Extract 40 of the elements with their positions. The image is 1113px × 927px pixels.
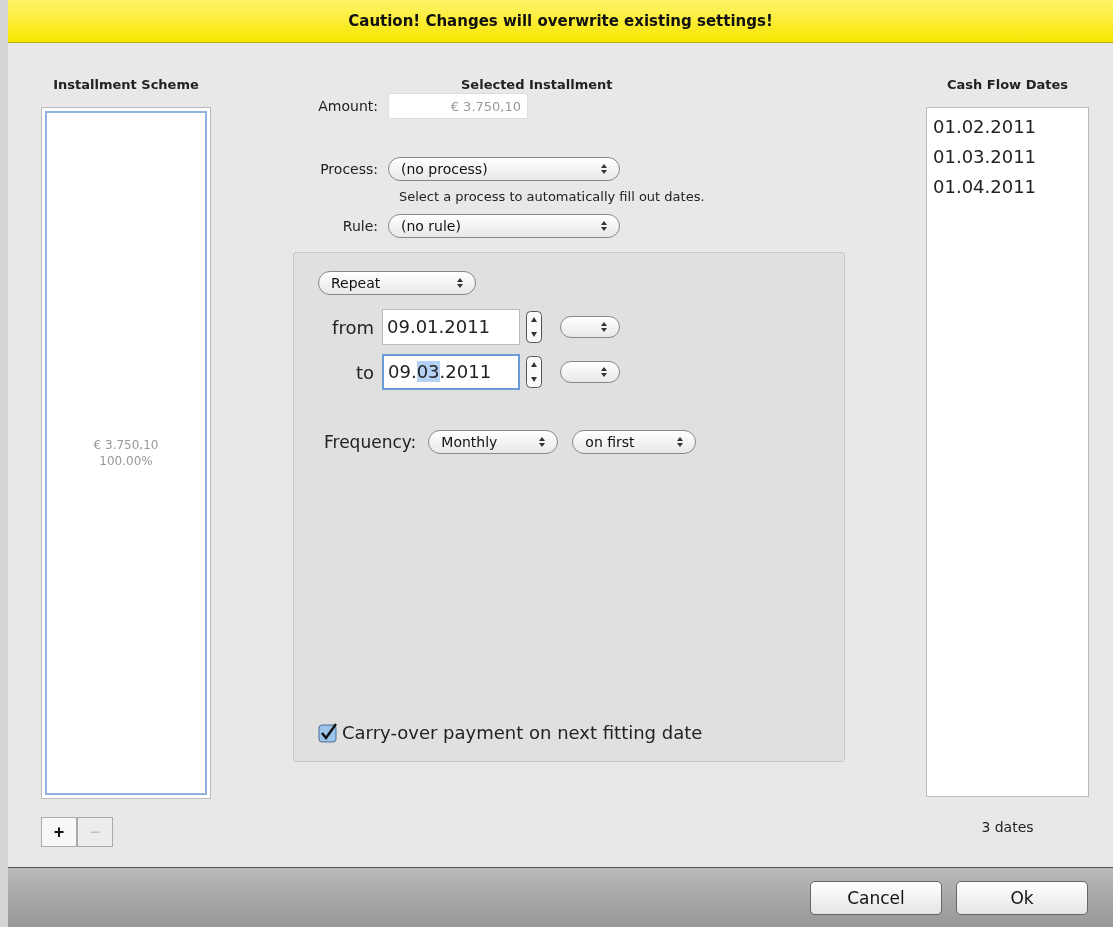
warning-text: Caution! Changes will overwrite existing settings! <box>348 12 773 30</box>
chevron-icon <box>457 278 463 288</box>
chevron-icon <box>601 367 607 377</box>
installment-percent: 100.00% <box>99 454 153 468</box>
field-label: Rule: <box>341 218 379 234</box>
frequency-dropdown[interactable]: Monthly <box>428 430 559 454</box>
chevron-icon <box>601 164 607 174</box>
field-label: Amount: <box>317 98 379 114</box>
day-dropdown[interactable]: on first <box>572 430 697 454</box>
rule-dropdown[interactable]: (no rule) <box>388 214 620 238</box>
chevron-icon <box>539 437 546 447</box>
date-label: to <box>354 361 375 383</box>
cash-flow-date: 01.04.2011 <box>933 175 1038 199</box>
installment-amount: € 3.750,10 <box>93 438 159 452</box>
column-title: Cash Flow Dates <box>946 75 1069 94</box>
column-title: Selected Installment <box>460 75 614 94</box>
process-dropdown[interactable]: (no process) <box>388 157 620 181</box>
add-button[interactable]: + <box>41 817 77 847</box>
chevron-icon <box>677 437 684 447</box>
dates-count: 3 dates <box>980 819 1035 835</box>
date-field[interactable]: 09.03.2011 <box>382 354 520 390</box>
cancel-button[interactable]: Cancel <box>810 880 942 915</box>
cash-flow-date: 01.02.2011 <box>933 115 1038 139</box>
field-label: Frequency: <box>324 432 417 452</box>
stepper-control[interactable] <box>526 311 542 343</box>
time-dropdown[interactable] <box>560 316 620 338</box>
date-label: from <box>331 316 375 338</box>
hint-text: Select a process to automatically fill out dates. <box>399 189 706 204</box>
chevron-icon <box>601 221 607 231</box>
cash-flow-date: 01.03.2011 <box>933 145 1038 169</box>
checkbox-label: Carry-over payment on next fitting date <box>342 722 703 743</box>
time-dropdown[interactable] <box>560 361 620 383</box>
date-field[interactable]: 09.01.2011 <box>382 309 520 345</box>
repeat-dropdown[interactable]: Repeat <box>318 271 476 295</box>
column-title: Installment Scheme <box>52 75 200 94</box>
field-label: Process: <box>319 161 379 177</box>
chevron-icon <box>601 322 607 332</box>
stepper-control[interactable] <box>526 356 542 388</box>
checkbox[interactable] <box>318 722 338 743</box>
ok-button[interactable]: Ok <box>956 880 1088 915</box>
